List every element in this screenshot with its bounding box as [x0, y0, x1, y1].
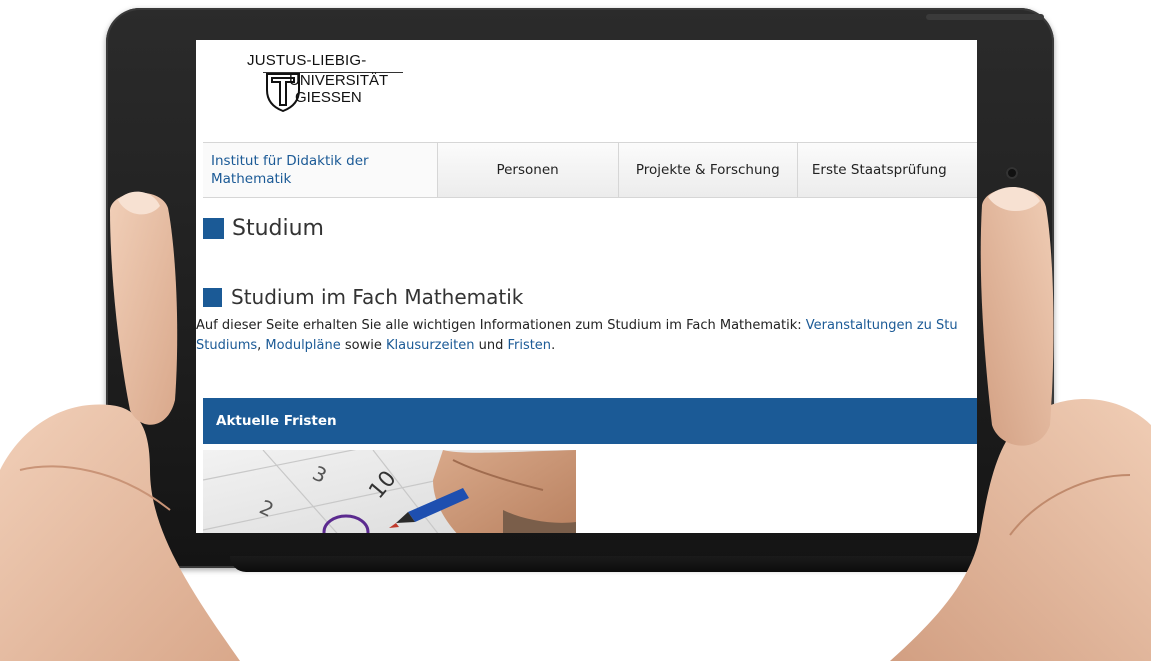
logo-line-3: GIESSEN — [295, 89, 362, 106]
left-hand-image — [0, 191, 240, 661]
intro-text: sowie — [340, 338, 386, 353]
section-title-text: Studium im Fach Mathematik — [231, 285, 524, 309]
intro-text: und — [474, 338, 508, 353]
intro-text: Auf dieser Seite erhalten Sie alle wicht… — [196, 318, 806, 333]
right-hand-image — [890, 186, 1151, 661]
intro-text: . — [551, 338, 556, 353]
nav-item-personen[interactable]: Personen — [436, 143, 618, 197]
main-navigation: Institut für Didaktik der Mathematik Per… — [203, 142, 977, 198]
deadlines-bar: Aktuelle Fristen — [203, 398, 977, 444]
link-klausurzeiten[interactable]: Klausurzeiten — [386, 338, 474, 353]
nav-item-label: Personen — [496, 162, 559, 178]
tablet-power-button — [926, 14, 1044, 20]
nav-item-label: Projekte & Forschung — [635, 162, 780, 178]
link-modulplaene[interactable]: Modulpläne — [265, 338, 340, 353]
link-fristen[interactable]: Fristen — [507, 338, 551, 353]
logo-line-2: UNIVERSITÄT — [289, 72, 389, 89]
university-logo[interactable]: JUSTUS-LIEBIG- UNIVERSITÄT GIESSEN — [247, 48, 417, 124]
nav-item-projekte[interactable]: Projekte & Forschung — [617, 143, 797, 197]
logo-line-1: JUSTUS-LIEBIG- — [247, 52, 367, 69]
intro-paragraph: Auf dieser Seite erhalten Sie alle wicht… — [196, 316, 977, 356]
tablet-screen: JUSTUS-LIEBIG- UNIVERSITÄT GIESSEN Insti… — [196, 40, 977, 533]
